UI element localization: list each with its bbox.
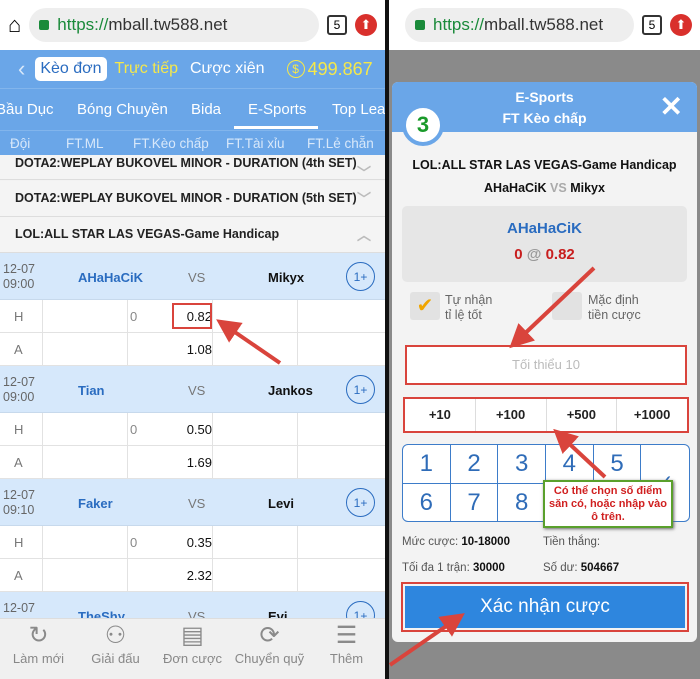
arrow-to-odd (216, 319, 282, 365)
arrow-to-quick (553, 428, 607, 479)
annotation-arrows (216, 266, 607, 667)
arrow-to-confirm (388, 613, 465, 667)
arrow-to-input (509, 266, 596, 349)
